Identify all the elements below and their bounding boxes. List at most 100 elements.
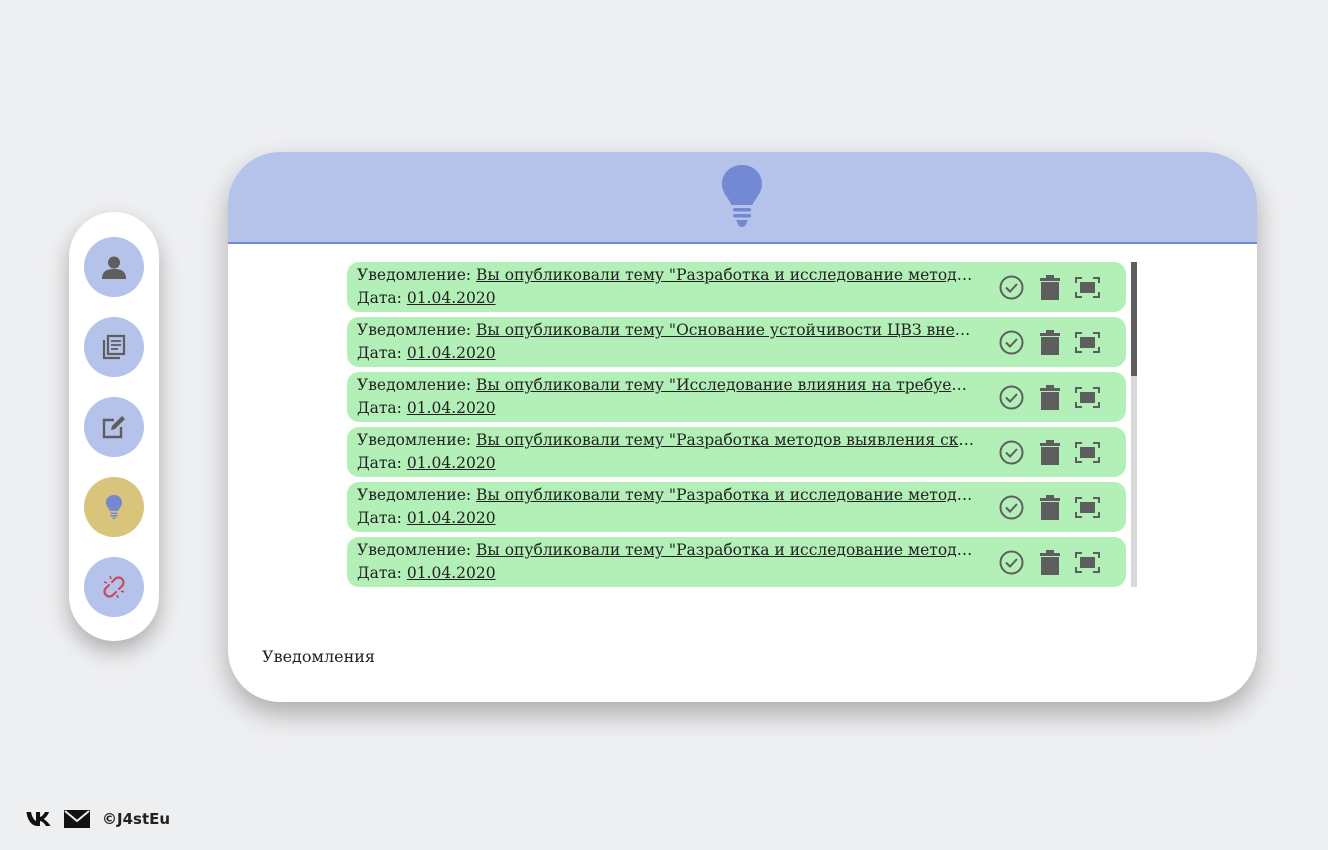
notification-item[interactable]: Уведомление: Вы опубликовали тему "Разра…: [347, 482, 1126, 532]
broken-link-icon: [103, 575, 125, 599]
notification-text-line: Уведомление: Вы опубликовали тему "Основ…: [357, 320, 977, 340]
check-circle-icon: [999, 385, 1024, 410]
expand-button[interactable]: [1075, 275, 1100, 300]
notification-link[interactable]: Вы опубликовали тему "Разработка и иссле…: [476, 541, 977, 559]
notification-date[interactable]: 01.04.2020: [407, 399, 496, 417]
expand-icon: [1075, 387, 1100, 408]
notification-label: Уведомление:: [357, 486, 472, 504]
notification-date-line: Дата: 01.04.2020: [357, 343, 977, 363]
notification-text-line: Уведомление: Вы опубликовали тему "Разра…: [357, 265, 977, 285]
sidebar-item-documents[interactable]: [84, 317, 144, 377]
notification-label: Уведомление:: [357, 321, 472, 339]
notification-date[interactable]: 01.04.2020: [407, 344, 496, 362]
delete-button[interactable]: [1037, 440, 1062, 465]
notification-item[interactable]: Уведомление: Вы опубликовали тему "Разра…: [347, 537, 1126, 587]
notification-text-line: Уведомление: Вы опубликовали тему "Разра…: [357, 430, 977, 450]
notification-date[interactable]: 01.04.2020: [407, 289, 496, 307]
check-circle-icon: [999, 495, 1024, 520]
lightbulb-icon: [106, 495, 122, 519]
lightbulb-icon: [722, 165, 762, 227]
expand-button[interactable]: [1075, 550, 1100, 575]
expand-button[interactable]: [1075, 385, 1100, 410]
trash-icon: [1039, 275, 1060, 300]
notification-link[interactable]: Вы опубликовали тему "Разработка и иссле…: [476, 266, 977, 284]
scrollbar[interactable]: [1131, 262, 1137, 587]
mark-read-button[interactable]: [999, 550, 1024, 575]
check-circle-icon: [999, 550, 1024, 575]
delete-button[interactable]: [1037, 385, 1062, 410]
date-label: Дата:: [357, 454, 402, 472]
notification-link[interactable]: Вы опубликовали тему "Разработка и иссле…: [476, 486, 977, 504]
notification-date-line: Дата: 01.04.2020: [357, 398, 977, 418]
date-label: Дата:: [357, 399, 402, 417]
notification-text-line: Уведомление: Вы опубликовали тему "Иссле…: [357, 375, 977, 395]
trash-icon: [1039, 330, 1060, 355]
notification-actions: [999, 550, 1100, 575]
notifications-card: Уведомление: Вы опубликовали тему "Разра…: [228, 152, 1257, 702]
mail-icon[interactable]: [64, 809, 90, 829]
copyright: ©J4stEu: [102, 810, 171, 828]
notification-actions: [999, 385, 1100, 410]
expand-icon: [1075, 552, 1100, 573]
notification-label: Уведомление:: [357, 431, 472, 449]
delete-button[interactable]: [1037, 275, 1062, 300]
notification-link[interactable]: Вы опубликовали тему "Исследование влиян…: [476, 376, 977, 394]
notification-label: Уведомление:: [357, 541, 472, 559]
notification-item[interactable]: Уведомление: Вы опубликовали тему "Иссле…: [347, 372, 1126, 422]
notification-date-line: Дата: 01.04.2020: [357, 288, 977, 308]
notification-link[interactable]: Вы опубликовали тему "Основание устойчив…: [476, 321, 977, 339]
expand-icon: [1075, 332, 1100, 353]
mark-read-button[interactable]: [999, 495, 1024, 520]
documents-icon: [102, 334, 126, 360]
sidebar-item-notifications[interactable]: [84, 477, 144, 537]
notification-link[interactable]: Вы опубликовали тему "Разработка методов…: [476, 431, 977, 449]
expand-icon: [1075, 497, 1100, 518]
notification-label: Уведомление:: [357, 376, 472, 394]
date-label: Дата:: [357, 289, 402, 307]
footer: ©J4stEu: [26, 806, 170, 832]
trash-icon: [1039, 550, 1060, 575]
expand-button[interactable]: [1075, 440, 1100, 465]
notification-text-line: Уведомление: Вы опубликовали тему "Разра…: [357, 485, 977, 505]
delete-button[interactable]: [1037, 330, 1062, 355]
scrollbar-thumb[interactable]: [1131, 262, 1137, 376]
expand-button[interactable]: [1075, 495, 1100, 520]
notification-item[interactable]: Уведомление: Вы опубликовали тему "Разра…: [347, 427, 1126, 477]
check-circle-icon: [999, 330, 1024, 355]
expand-icon: [1075, 277, 1100, 298]
notification-item[interactable]: Уведомление: Вы опубликовали тему "Разра…: [347, 262, 1126, 312]
sidebar-item-edit[interactable]: [84, 397, 144, 457]
card-header: [228, 152, 1257, 244]
notification-date-line: Дата: 01.04.2020: [357, 508, 977, 528]
notifications-list[interactable]: Уведомление: Вы опубликовали тему "Разра…: [347, 262, 1127, 587]
date-label: Дата:: [357, 344, 402, 362]
trash-icon: [1039, 495, 1060, 520]
sidebar-item-profile[interactable]: [84, 237, 144, 297]
notification-actions: [999, 495, 1100, 520]
notification-item[interactable]: Уведомление: Вы опубликовали тему "Основ…: [347, 317, 1126, 367]
notification-date[interactable]: 01.04.2020: [407, 454, 496, 472]
edit-icon: [102, 416, 125, 439]
sidebar-item-logout[interactable]: [84, 557, 144, 617]
mark-read-button[interactable]: [999, 275, 1024, 300]
mark-read-button[interactable]: [999, 440, 1024, 465]
date-label: Дата:: [357, 509, 402, 527]
trash-icon: [1039, 385, 1060, 410]
delete-button[interactable]: [1037, 550, 1062, 575]
notification-actions: [999, 275, 1100, 300]
expand-button[interactable]: [1075, 330, 1100, 355]
notification-date[interactable]: 01.04.2020: [407, 509, 496, 527]
delete-button[interactable]: [1037, 495, 1062, 520]
mark-read-button[interactable]: [999, 330, 1024, 355]
user-icon: [102, 256, 126, 279]
mark-read-button[interactable]: [999, 385, 1024, 410]
sidebar: [69, 212, 159, 641]
expand-icon: [1075, 442, 1100, 463]
vk-icon[interactable]: [26, 811, 52, 827]
notification-actions: [999, 440, 1100, 465]
card-title: Уведомления: [262, 647, 376, 666]
notification-actions: [999, 330, 1100, 355]
trash-icon: [1039, 440, 1060, 465]
notification-date-line: Дата: 01.04.2020: [357, 563, 977, 583]
notification-date[interactable]: 01.04.2020: [407, 564, 496, 582]
